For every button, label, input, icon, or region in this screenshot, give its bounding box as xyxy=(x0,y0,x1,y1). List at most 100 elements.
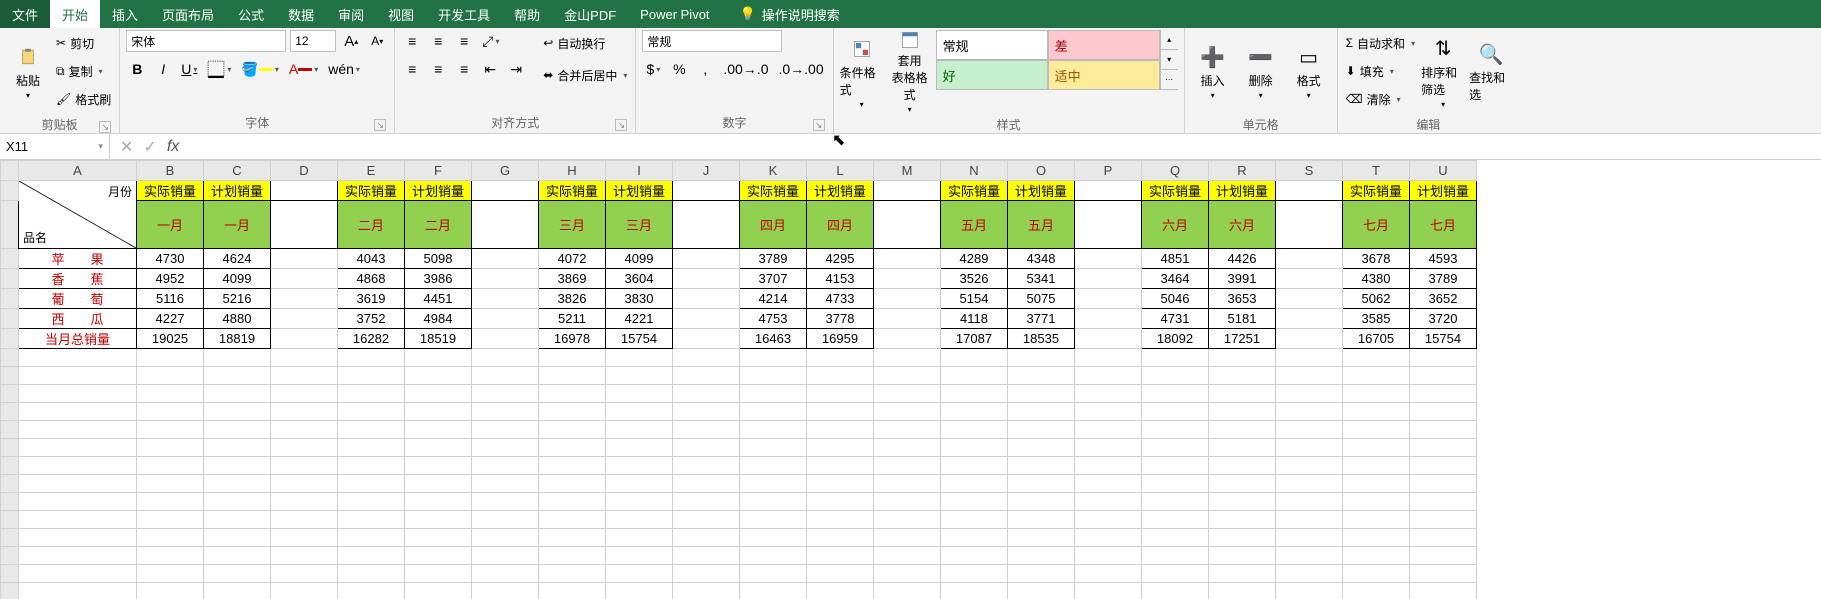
bold-button[interactable]: B xyxy=(126,58,148,80)
empty-cell[interactable] xyxy=(405,565,472,583)
data-cell[interactable]: 4451 xyxy=(405,289,472,309)
empty-cell[interactable] xyxy=(405,529,472,547)
empty-cell[interactable] xyxy=(338,439,405,457)
column-header-R[interactable]: R xyxy=(1209,161,1276,181)
border-button[interactable] xyxy=(204,58,234,80)
empty-cell[interactable] xyxy=(673,475,740,493)
empty-cell[interactable] xyxy=(1410,385,1477,403)
empty-cell[interactable] xyxy=(807,547,874,565)
empty-cell[interactable] xyxy=(606,403,673,421)
empty-cell[interactable] xyxy=(271,583,338,599)
empty-cell[interactable] xyxy=(1276,457,1343,475)
empty-cell[interactable] xyxy=(606,583,673,599)
empty-cell[interactable] xyxy=(338,493,405,511)
empty-cell[interactable] xyxy=(673,367,740,385)
data-cell[interactable]: 4426 xyxy=(1209,249,1276,269)
data-cell[interactable] xyxy=(874,309,941,329)
empty-cell[interactable] xyxy=(1209,547,1276,565)
empty-cell[interactable] xyxy=(1075,385,1142,403)
empty-cell[interactable] xyxy=(204,529,271,547)
empty-cell[interactable] xyxy=(941,475,1008,493)
empty-cell[interactable] xyxy=(941,385,1008,403)
empty-cell[interactable] xyxy=(1075,349,1142,367)
empty-cell[interactable] xyxy=(539,547,606,565)
empty-cell[interactable] xyxy=(19,457,137,475)
data-cell[interactable] xyxy=(673,289,740,309)
empty-cell[interactable] xyxy=(204,565,271,583)
empty-cell[interactable] xyxy=(673,457,740,475)
tab-powerpivot[interactable]: Power Pivot xyxy=(628,0,721,28)
data-cell[interactable] xyxy=(1276,289,1343,309)
row-header-[interactable] xyxy=(1,249,19,269)
empty-cell[interactable] xyxy=(1008,475,1075,493)
empty-cell[interactable] xyxy=(137,547,204,565)
empty-cell[interactable] xyxy=(271,457,338,475)
empty-cell[interactable] xyxy=(941,367,1008,385)
empty-cell[interactable] xyxy=(338,385,405,403)
format-as-table-button[interactable]: 套用 表格格式▾ xyxy=(888,30,932,114)
data-cell[interactable] xyxy=(472,249,539,269)
empty-cell[interactable] xyxy=(740,583,807,599)
empty-cell[interactable] xyxy=(673,403,740,421)
column-header-H[interactable]: H xyxy=(539,161,606,181)
empty-cell[interactable] xyxy=(19,565,137,583)
row-header-[interactable] xyxy=(1,403,19,421)
empty-cell[interactable] xyxy=(204,439,271,457)
empty-cell[interactable] xyxy=(472,493,539,511)
tab-formulas[interactable]: 公式 xyxy=(226,0,276,28)
decrease-font-button[interactable]: A▾ xyxy=(366,30,388,52)
empty-cell[interactable] xyxy=(740,385,807,403)
empty-cell[interactable] xyxy=(271,367,338,385)
data-cell[interactable]: 4851 xyxy=(1142,249,1209,269)
empty-cell[interactable] xyxy=(1008,367,1075,385)
empty-cell[interactable] xyxy=(1410,367,1477,385)
empty-cell[interactable] xyxy=(472,385,539,403)
data-cell[interactable]: 3678 xyxy=(1343,249,1410,269)
data-cell[interactable]: 4952 xyxy=(137,269,204,289)
empty-cell[interactable] xyxy=(1075,565,1142,583)
empty-cell[interactable] xyxy=(1142,493,1209,511)
empty-cell[interactable] xyxy=(19,349,137,367)
empty-cell[interactable] xyxy=(740,511,807,529)
tab-home[interactable]: 开始 xyxy=(50,0,100,28)
empty-cell[interactable] xyxy=(539,511,606,529)
empty-cell[interactable] xyxy=(204,475,271,493)
empty-cell[interactable] xyxy=(606,367,673,385)
empty-cell[interactable] xyxy=(405,457,472,475)
empty-cell[interactable] xyxy=(941,583,1008,599)
empty-cell[interactable] xyxy=(606,349,673,367)
row-header-[interactable] xyxy=(1,511,19,529)
row-header-[interactable] xyxy=(1,385,19,403)
empty-cell[interactable] xyxy=(19,403,137,421)
empty-cell[interactable] xyxy=(1209,511,1276,529)
empty-cell[interactable] xyxy=(1209,349,1276,367)
data-cell[interactable] xyxy=(874,329,941,349)
data-cell[interactable] xyxy=(673,249,740,269)
empty-cell[interactable] xyxy=(472,457,539,475)
data-cell[interactable] xyxy=(271,289,338,309)
cell-style-normal[interactable]: 常规 xyxy=(936,30,1048,60)
data-cell[interactable] xyxy=(1075,329,1142,349)
column-header-U[interactable]: U xyxy=(1410,161,1477,181)
row-header-[interactable] xyxy=(1,565,19,583)
empty-cell[interactable] xyxy=(807,349,874,367)
empty-cell[interactable] xyxy=(1343,385,1410,403)
empty-cell[interactable] xyxy=(941,403,1008,421)
empty-cell[interactable] xyxy=(338,421,405,439)
empty-cell[interactable] xyxy=(673,493,740,511)
data-cell[interactable]: 3771 xyxy=(1008,309,1075,329)
data-cell[interactable]: 15754 xyxy=(606,329,673,349)
empty-cell[interactable] xyxy=(874,367,941,385)
empty-cell[interactable] xyxy=(1075,511,1142,529)
indent-decrease-button[interactable]: ⇤ xyxy=(479,58,501,80)
empty-cell[interactable] xyxy=(204,547,271,565)
copy-button[interactable]: ⧉复制 xyxy=(54,58,113,84)
empty-cell[interactable] xyxy=(271,529,338,547)
empty-cell[interactable] xyxy=(740,493,807,511)
data-cell[interactable]: 4153 xyxy=(807,269,874,289)
empty-cell[interactable] xyxy=(338,457,405,475)
cancel-icon[interactable]: ✕ xyxy=(120,137,133,157)
cell-style-good[interactable]: 好 xyxy=(936,60,1048,90)
data-cell[interactable] xyxy=(472,289,539,309)
empty-cell[interactable] xyxy=(1410,565,1477,583)
